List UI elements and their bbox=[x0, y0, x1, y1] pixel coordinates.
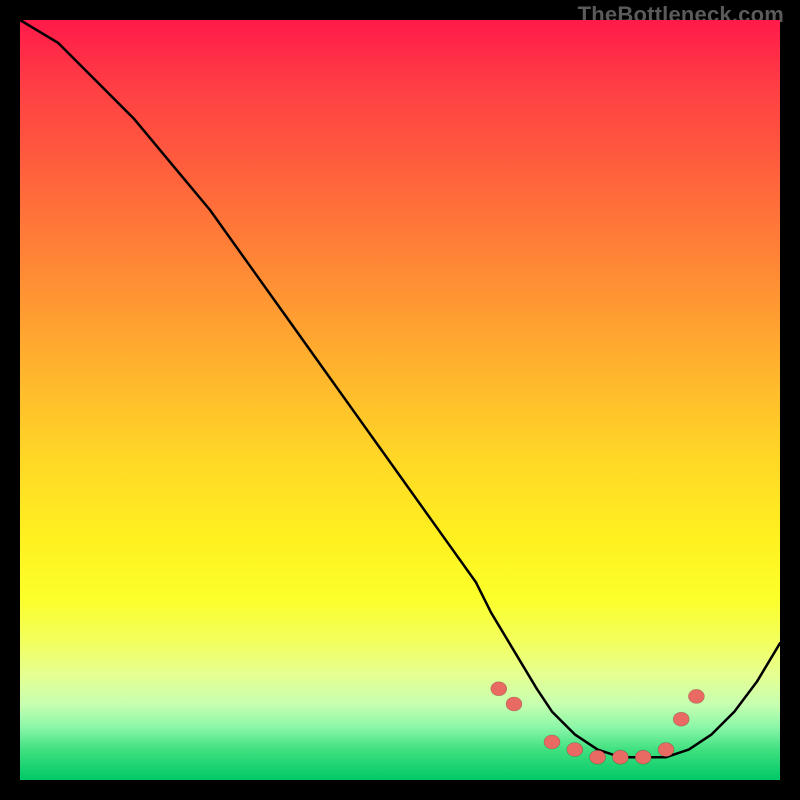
chart-frame: TheBottleneck.com bbox=[0, 0, 800, 800]
marker-dot bbox=[688, 689, 704, 703]
marker-dot bbox=[590, 750, 606, 764]
marker-dot bbox=[635, 750, 651, 764]
bottleneck-curve bbox=[20, 20, 780, 757]
marker-dot bbox=[544, 735, 560, 749]
plot-area bbox=[20, 20, 780, 780]
marker-dot bbox=[506, 697, 522, 711]
marker-dot bbox=[658, 743, 674, 757]
curve-svg bbox=[20, 20, 780, 780]
marker-dot bbox=[567, 743, 583, 757]
marker-dot bbox=[491, 682, 507, 696]
marker-group bbox=[491, 682, 705, 764]
marker-dot bbox=[673, 712, 689, 726]
marker-dot bbox=[612, 750, 628, 764]
